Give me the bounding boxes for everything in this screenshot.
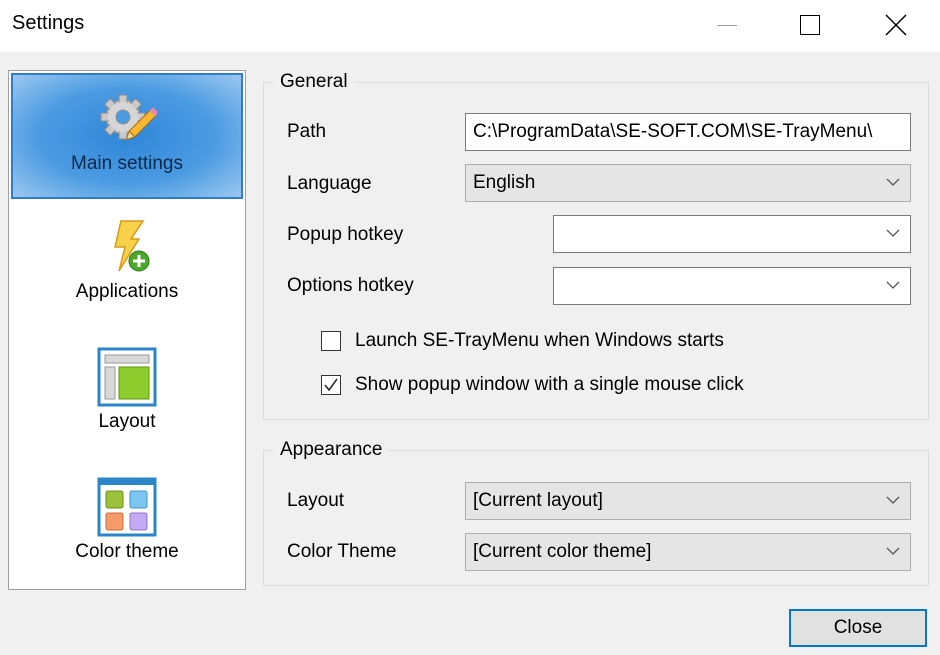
language-value: English	[473, 172, 536, 193]
close-button[interactable]: Close	[789, 609, 927, 647]
single-click-checkbox[interactable]: Show popup window with a single mouse cl…	[321, 374, 744, 396]
options-hotkey-select[interactable]	[553, 267, 911, 305]
sidebar-item-applications[interactable]: Applications	[11, 203, 243, 329]
chevron-down-icon	[886, 547, 900, 555]
language-label: Language	[287, 173, 372, 194]
general-legend: General	[274, 71, 354, 93]
lightning-add-icon	[114, 220, 150, 272]
window-title: Settings	[12, 12, 85, 34]
layout-value: [Current layout]	[473, 490, 603, 511]
layout-label: Layout	[287, 490, 345, 511]
sidebar-item-main-settings[interactable]: Main settings	[11, 73, 243, 199]
sidebar-item-label: Color theme	[75, 541, 179, 562]
close-icon	[885, 14, 907, 36]
sidebar-item-label: Main settings	[71, 153, 183, 174]
color-theme-label: Color Theme	[287, 541, 397, 562]
color-theme-icon	[97, 477, 157, 537]
chevron-down-icon	[886, 229, 900, 237]
minimize-icon	[717, 24, 737, 26]
path-value: C:\ProgramData\SE-SOFT.COM\SE-TrayMenu\	[473, 121, 873, 142]
sidebar-item-layout[interactable]: Layout	[11, 333, 243, 459]
path-label: Path	[287, 121, 327, 142]
chevron-down-icon	[886, 178, 900, 186]
popup-hotkey-select[interactable]	[553, 215, 911, 253]
minimize-button[interactable]	[697, 0, 757, 50]
options-hotkey-label: Options hotkey	[287, 275, 414, 296]
sidebar-item-label: Layout	[98, 411, 156, 432]
close-window-button[interactable]	[866, 0, 926, 50]
color-theme-value: [Current color theme]	[473, 541, 652, 562]
language-select[interactable]: English	[465, 164, 911, 202]
color-theme-select[interactable]: [Current color theme]	[465, 533, 911, 571]
layout-icon	[97, 347, 157, 407]
appearance-legend: Appearance	[274, 439, 389, 461]
maximize-button[interactable]	[780, 0, 840, 50]
sidebar-item-label: Applications	[75, 281, 179, 302]
path-input[interactable]: C:\ProgramData\SE-SOFT.COM\SE-TrayMenu\	[465, 113, 911, 151]
checkbox-checked[interactable]	[321, 375, 341, 395]
gear-pencil-icon	[100, 94, 157, 141]
sidebar-item-color-theme[interactable]: Color theme	[11, 463, 243, 589]
chevron-down-icon	[886, 496, 900, 504]
layout-select[interactable]: [Current layout]	[465, 482, 911, 520]
launch-on-start-checkbox[interactable]: Launch SE-TrayMenu when Windows starts	[321, 330, 724, 352]
launch-on-start-label: Launch SE-TrayMenu when Windows starts	[355, 330, 724, 351]
checkbox-unchecked[interactable]	[321, 331, 341, 351]
settings-sidebar: Main settings Applications Layout Color …	[8, 70, 246, 590]
maximize-icon	[800, 15, 820, 35]
checkmark-icon	[324, 378, 338, 392]
single-click-label: Show popup window with a single mouse cl…	[355, 374, 744, 395]
chevron-down-icon	[886, 281, 900, 289]
title-bar: Settings	[0, 0, 940, 52]
popup-hotkey-label: Popup hotkey	[287, 224, 404, 245]
